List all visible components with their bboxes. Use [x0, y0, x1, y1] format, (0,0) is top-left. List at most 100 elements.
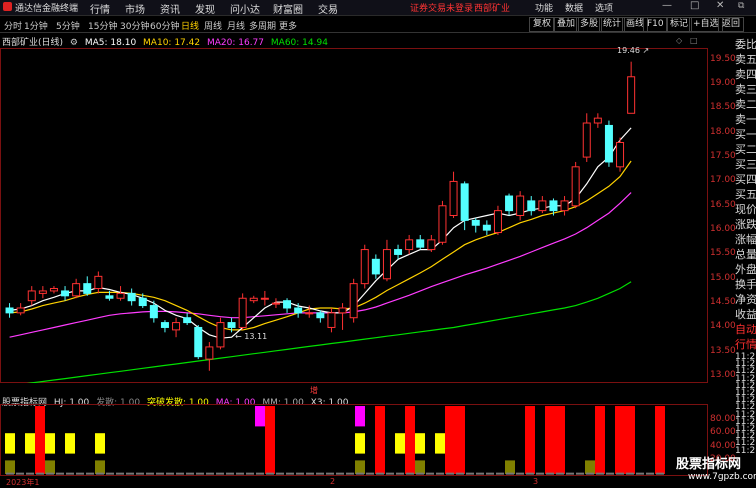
- quote-field[interactable]: 卖二: [735, 96, 756, 112]
- indicator-baseline: [176, 472, 184, 475]
- indicator-baseline: [296, 472, 304, 475]
- tab-multi[interactable]: 多周期: [249, 19, 276, 32]
- candle-body: [582, 122, 591, 158]
- indicator-baseline: [76, 472, 84, 475]
- price-tick: 18.50: [710, 102, 736, 113]
- tab-week[interactable]: 周线: [204, 19, 222, 32]
- indicator-baseline: [246, 472, 254, 475]
- menu-wenxiaoda[interactable]: 问小达: [230, 1, 260, 16]
- quote-field[interactable]: 买一: [735, 126, 756, 142]
- indicator-baseline: [596, 472, 604, 475]
- quote-field[interactable]: 委比: [735, 36, 756, 52]
- indicator-baseline: [566, 472, 574, 475]
- maximize-icon[interactable]: □: [690, 0, 699, 11]
- menu-hangqing[interactable]: 行情: [90, 1, 110, 16]
- tab-60min[interactable]: 60分钟: [150, 19, 179, 32]
- restore-icon[interactable]: ⧉: [738, 1, 744, 11]
- quote-field[interactable]: 卖三: [735, 81, 756, 97]
- close-icon[interactable]: ✕: [716, 0, 724, 11]
- indicator-bar: [555, 406, 565, 474]
- quote-field[interactable]: 外盘: [735, 261, 756, 277]
- x-label-jan: 2023年1: [6, 478, 40, 487]
- candle-body: [283, 300, 292, 309]
- indicator-baseline: [366, 472, 374, 475]
- indicator-chart[interactable]: [0, 404, 708, 476]
- quote-field[interactable]: 收益: [735, 306, 756, 322]
- quote-field[interactable]: 净资: [735, 291, 756, 307]
- candle-body: [205, 346, 214, 360]
- menu-gongneng[interactable]: 功能: [535, 1, 553, 14]
- menu-shuju[interactable]: 数据: [565, 1, 583, 14]
- indicator-baseline: [226, 472, 234, 475]
- minimize-icon[interactable]: —: [662, 0, 672, 11]
- quote-field[interactable]: 现价: [735, 201, 756, 217]
- candle-body: [627, 76, 636, 114]
- tab-30min[interactable]: 30分钟: [120, 19, 149, 32]
- menu-xuanxiang[interactable]: 选项: [595, 1, 613, 14]
- menu-caifuquan[interactable]: 财富圈: [273, 1, 303, 16]
- candle-body: [127, 292, 136, 302]
- indicator-baseline: [496, 472, 504, 475]
- candle-body: [116, 292, 125, 299]
- login-notice[interactable]: 证券交易未登录: [410, 1, 473, 14]
- app-title: 通达信金融终端: [15, 4, 79, 14]
- panel-toggle-icon[interactable]: □: [690, 36, 698, 45]
- tab-more[interactable]: 更多: [279, 19, 297, 32]
- indicator-bar: [415, 433, 425, 454]
- chart-info: 西部矿业(日线) ⚙ MA5: 18.10 MA10: 17.42 MA20: …: [2, 35, 332, 48]
- quote-field[interactable]: 总量: [735, 246, 756, 262]
- indicator-baseline: [466, 472, 474, 475]
- indicator-bar: [35, 406, 45, 474]
- tab-day[interactable]: 日线: [181, 19, 199, 32]
- stock-name[interactable]: 西部矿业(日线): [2, 38, 63, 48]
- menu-zixun[interactable]: 资讯: [160, 1, 180, 16]
- menu-faxian[interactable]: 发现: [195, 1, 215, 16]
- fuquan-button[interactable]: 复权: [529, 17, 556, 32]
- quote-field[interactable]: 自动: [735, 321, 756, 337]
- indicator-baseline: [146, 472, 154, 475]
- high-annotation: 19.46 ↗: [617, 46, 650, 55]
- indicator-tick: 60.00: [710, 427, 736, 438]
- indicator-baseline: [416, 472, 424, 475]
- indicator-bar: [525, 406, 535, 474]
- menu-shichang[interactable]: 市场: [125, 1, 145, 16]
- quote-field[interactable]: 涨跌: [735, 216, 756, 232]
- quote-field[interactable]: 买三: [735, 156, 756, 172]
- indicator-baseline: [546, 472, 554, 475]
- indicator-baseline: [216, 472, 224, 475]
- indicator-baseline: [536, 472, 544, 475]
- indicator-baseline: [326, 472, 334, 475]
- candle-body: [493, 210, 502, 234]
- stock-tag: 西部矿业: [474, 4, 511, 14]
- quote-field[interactable]: 买五: [735, 186, 756, 202]
- f10-button[interactable]: F10: [643, 17, 668, 32]
- candle-body: [249, 297, 258, 302]
- quote-field[interactable]: 涨幅: [735, 231, 756, 247]
- settings-icon[interactable]: ⚙: [70, 38, 78, 48]
- tab-1min[interactable]: 1分钟: [24, 19, 48, 32]
- menu-jiaoyi[interactable]: 交易: [318, 1, 338, 16]
- candlestick-chart[interactable]: [0, 48, 708, 383]
- indicator-baseline: [166, 472, 174, 475]
- quote-field[interactable]: 卖一: [735, 111, 756, 127]
- indicator-baseline: [396, 472, 404, 475]
- indicator-baseline: [186, 472, 194, 475]
- indicator-baseline: [516, 472, 524, 475]
- candle-body: [449, 180, 458, 216]
- quote-field[interactable]: 买二: [735, 141, 756, 157]
- quote-field[interactable]: 换手: [735, 276, 756, 292]
- back-button[interactable]: 返回: [718, 17, 745, 32]
- quote-field[interactable]: 卖四: [735, 66, 756, 82]
- quote-field[interactable]: 卖五: [735, 51, 756, 67]
- indicator-baseline: [586, 472, 594, 475]
- tab-month[interactable]: 月线: [227, 19, 245, 32]
- quote-field[interactable]: 买四: [735, 171, 756, 187]
- x-label-mar: 3: [533, 477, 539, 486]
- watermark-url: www.7gpzb.com: [688, 472, 756, 482]
- tab-fenshi[interactable]: 分时: [4, 19, 22, 32]
- tab-15min[interactable]: 15分钟: [88, 19, 117, 32]
- candle-body: [593, 117, 602, 124]
- expand-icon[interactable]: ◇: [676, 36, 682, 45]
- tab-5min[interactable]: 5分钟: [56, 19, 80, 32]
- quote-field[interactable]: 行情: [735, 336, 756, 352]
